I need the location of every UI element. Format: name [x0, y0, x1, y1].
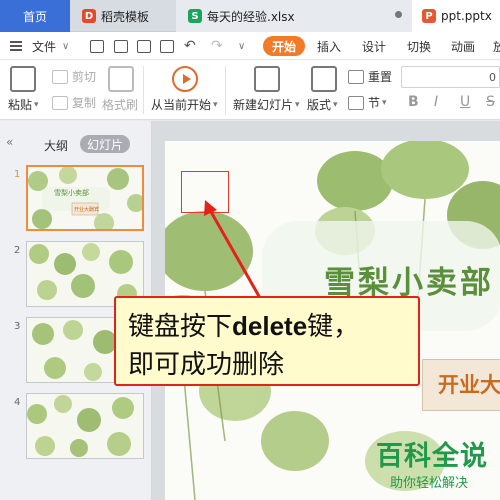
tab-transition-label: 切换: [407, 39, 432, 54]
tab-design[interactable]: 设计: [362, 32, 386, 60]
tab-slideshow-label: 放: [493, 39, 500, 54]
bold-button[interactable]: B: [408, 94, 419, 110]
italic-button[interactable]: I: [434, 94, 438, 110]
instruction-callout: 键盘按下delete键， 即可成功删除: [114, 296, 420, 386]
spreadsheet-icon: S: [188, 9, 202, 23]
thumbnail-art: [28, 167, 142, 229]
format-painter-label: 格式刷: [102, 98, 139, 112]
play-from-current-button[interactable]: 从当前开始 ▾: [151, 96, 218, 113]
tab-start[interactable]: 开始: [263, 36, 305, 56]
print-preview-icon[interactable]: [160, 40, 174, 53]
watermark-title: 百科全说: [376, 441, 488, 472]
new-slide-icon[interactable]: [254, 66, 280, 92]
tab-animation[interactable]: 动画: [451, 32, 475, 60]
section-label: 节: [368, 96, 381, 110]
tab-insert[interactable]: 插入: [317, 32, 341, 60]
file-menu[interactable]: 文件 ∨: [32, 32, 69, 60]
print-icon[interactable]: [137, 40, 151, 53]
thumbnail-art: [27, 394, 143, 458]
tab-animation-label: 动画: [451, 39, 476, 54]
slide-subtitle: 开业大: [438, 373, 500, 397]
paste-button[interactable]: 粘贴 ▾: [8, 96, 39, 113]
format-painter-icon[interactable]: [108, 66, 134, 92]
section-button[interactable]: 节 ▾: [348, 94, 387, 111]
menu-bar: 文件 ∨ ↶ ↷ ∨ 开始 插入 设计 切换 动画 放: [0, 32, 500, 60]
cut-button[interactable]: 剪切: [52, 68, 96, 85]
reset-label: 重置: [368, 70, 393, 84]
ribbon-divider: [143, 66, 144, 114]
paste-label: 粘贴: [8, 98, 33, 112]
thumbnail-subtitle: 开业大酬宾: [74, 207, 100, 213]
docer-icon: D: [82, 9, 96, 23]
file-menu-label: 文件: [32, 39, 57, 54]
strikethrough-button[interactable]: S: [486, 94, 495, 110]
tab-ppt-label: ppt.pptx: [441, 9, 492, 23]
new-slide-label: 新建幻灯片: [233, 98, 294, 112]
ribbon-divider: [225, 66, 226, 114]
tab-docer-templates[interactable]: D 稻壳模板: [70, 0, 176, 32]
underline-button[interactable]: U: [460, 94, 470, 110]
tab-slideshow[interactable]: 放: [493, 32, 500, 60]
chevron-down-icon: ∨: [62, 40, 70, 52]
cut-label: 剪切: [72, 70, 97, 84]
reset-button[interactable]: 重置: [348, 68, 392, 85]
slide-number: 4: [14, 397, 21, 408]
callout-suffix: 键，: [307, 312, 360, 342]
more-chevron-icon[interactable]: ∨: [238, 32, 245, 60]
new-slide-button[interactable]: 新建幻灯片 ▾: [233, 96, 300, 113]
tab-design-label: 设计: [362, 39, 387, 54]
watermark-logo: 百科全说 助你轻松解决: [368, 434, 498, 496]
tab-home-label: 首页: [22, 9, 47, 24]
play-from-current-icon[interactable]: [172, 66, 198, 92]
reset-icon: [348, 69, 364, 84]
font-size-value: 0: [489, 70, 496, 84]
copy-icon: [52, 95, 68, 110]
layout-label: 版式: [307, 98, 332, 112]
font-size-input[interactable]: 0: [401, 66, 500, 88]
hamburger-menu-icon[interactable]: [10, 32, 22, 60]
play-from-current-label: 从当前开始: [151, 98, 212, 112]
presentation-icon: P: [422, 9, 436, 23]
paste-icon[interactable]: [10, 66, 36, 92]
watermark-subtitle: 助你轻松解决: [390, 476, 469, 491]
callout-prefix: 键盘按下: [128, 312, 233, 342]
scissors-icon: [52, 69, 68, 84]
empty-text-placeholder[interactable]: [181, 171, 229, 213]
layout-button[interactable]: 版式 ▾: [307, 96, 338, 113]
tab-start-label: 开始: [271, 39, 296, 54]
redo-icon[interactable]: ↷: [211, 32, 223, 60]
slide-thumbnail-4[interactable]: [26, 393, 144, 459]
layout-icon[interactable]: [311, 66, 337, 92]
copy-button[interactable]: 复制: [52, 94, 96, 111]
slide-number: 3: [14, 321, 21, 332]
slide-number: 2: [14, 245, 21, 256]
copy-label: 复制: [72, 96, 97, 110]
tab-docer-label: 稻壳模板: [101, 9, 150, 24]
tab-excel-file[interactable]: S 每天的经验.xlsx: [176, 0, 412, 32]
collapse-pane-icon[interactable]: «: [6, 135, 13, 149]
pane-header: « 大纲 幻灯片: [0, 121, 152, 165]
callout-key: delete: [232, 311, 308, 341]
callout-line-1: 键盘按下delete键，: [128, 306, 359, 343]
thumbnail-title: 雪梨小卖部: [54, 189, 89, 197]
ribbon-toolbar: 粘贴 ▾ 剪切 复制 格式刷 从当前开始 ▾ 新建幻灯片 ▾ 版式 ▾ 重置 节 ▾ 0 …: [0, 60, 500, 120]
callout-line-2: 即可成功删除: [128, 350, 285, 380]
save-icon[interactable]: [90, 40, 104, 53]
tab-insert-label: 插入: [317, 39, 342, 54]
tab-slides[interactable]: 幻灯片: [80, 135, 130, 153]
slide-number: 1: [14, 169, 21, 180]
tab-home[interactable]: 首页: [0, 0, 70, 32]
tab-ppt-file[interactable]: P ppt.pptx: [412, 0, 500, 32]
unsaved-dot-icon: [395, 11, 402, 18]
tab-outline[interactable]: 大纲: [44, 137, 68, 154]
app-window: 首页 D 稻壳模板 S 每天的经验.xlsx P ppt.pptx 文件 ∨ ↶…: [0, 0, 500, 500]
undo-icon[interactable]: ↶: [184, 32, 196, 60]
document-tab-bar: 首页 D 稻壳模板 S 每天的经验.xlsx P ppt.pptx: [0, 0, 500, 32]
format-painter-button[interactable]: 格式刷: [102, 96, 138, 113]
slide-thumbnail-1[interactable]: 雪梨小卖部 开业大酬宾: [26, 165, 144, 231]
export-icon[interactable]: [114, 40, 128, 53]
tab-excel-label: 每天的经验.xlsx: [207, 9, 295, 24]
tab-transition[interactable]: 切换: [407, 32, 431, 60]
section-icon: [348, 95, 364, 110]
